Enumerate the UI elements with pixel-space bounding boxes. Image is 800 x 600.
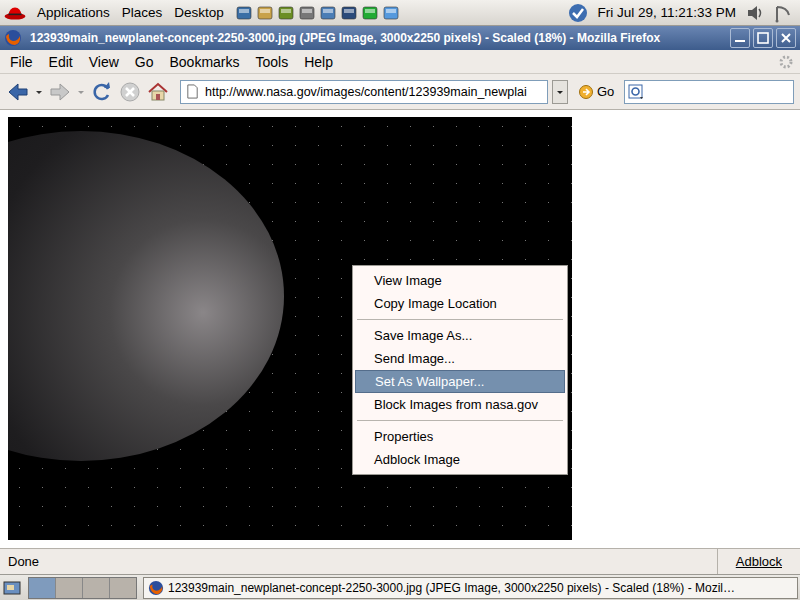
launchers (235, 4, 400, 22)
menu-item[interactable]: View (81, 54, 127, 70)
panel-menu[interactable]: Places (117, 5, 168, 20)
menu-item[interactable]: Bookmarks (161, 54, 247, 70)
network-icon[interactable] (773, 3, 793, 23)
red-hat-icon[interactable] (4, 5, 26, 21)
menu-item[interactable]: Tools (248, 54, 297, 70)
status-text: Done (0, 549, 717, 574)
show-desktop-icon[interactable] (2, 578, 22, 598)
workspace-switcher (28, 577, 137, 599)
url-text: http://www.nasa.gov/images/content/12393… (205, 85, 527, 99)
go-button[interactable]: Go (572, 84, 620, 100)
taskbar-label: 123939main_newplanet-concept-2250-3000.j… (168, 581, 735, 595)
status-bar: Done Adblock (0, 548, 800, 574)
menu-item[interactable]: Edit (41, 54, 81, 70)
url-dropdown-button[interactable] (552, 80, 568, 104)
context-menu: View ImageCopy Image Location Save Image… (352, 265, 568, 475)
window-buttons (730, 28, 796, 48)
close-icon[interactable] (776, 28, 796, 48)
launcher-icon[interactable] (256, 4, 274, 22)
back-history-arrow-icon[interactable] (34, 87, 44, 97)
adblock-status-button[interactable]: Adblock (717, 549, 800, 574)
reload-icon[interactable] (90, 80, 114, 104)
dropdown-arrow-icon (555, 87, 565, 97)
search-field[interactable] (624, 80, 794, 104)
page-content: View ImageCopy Image Location Save Image… (0, 110, 800, 548)
context-menu-item[interactable]: View Image (354, 269, 566, 292)
panel-menu[interactable]: Applications (32, 5, 115, 20)
context-menu-item[interactable]: Copy Image Location (354, 292, 566, 315)
context-menu-item[interactable]: Properties (354, 425, 566, 448)
workspace[interactable] (83, 578, 110, 598)
go-label: Go (597, 84, 614, 99)
forward-history-arrow-icon[interactable] (76, 87, 86, 97)
volume-icon[interactable] (745, 3, 765, 23)
bottom-panel: 123939main_newplanet-concept-2250-3000.j… (0, 574, 800, 600)
menu-item[interactable]: File (2, 54, 41, 70)
maximize-icon[interactable] (753, 28, 773, 48)
context-menu-item[interactable]: Save Image As... (354, 324, 566, 347)
go-icon (578, 84, 594, 100)
minimize-icon[interactable] (730, 28, 750, 48)
panel-menu[interactable]: Desktop (169, 5, 229, 20)
top-panel: ApplicationsPlacesDesktop Fri Jul 29, 11… (0, 0, 800, 26)
firefox-icon (4, 29, 22, 47)
firefox-icon (148, 580, 164, 596)
title-bar[interactable]: 123939main_newplanet-concept-2250-3000.j… (0, 26, 800, 50)
context-menu-item[interactable]: Adblock Image (354, 448, 566, 471)
menu-bar: FileEditViewGoBookmarksToolsHelp (0, 50, 800, 74)
context-menu-item[interactable]: Set As Wallpaper... (355, 370, 565, 393)
back-arrow-icon[interactable] (6, 80, 30, 104)
forward-arrow-icon[interactable] (48, 80, 72, 104)
launcher-icon[interactable] (319, 4, 337, 22)
context-menu-item[interactable]: Send Image... (354, 347, 566, 370)
url-field[interactable]: http://www.nasa.gov/images/content/12393… (180, 80, 548, 104)
launcher-icon[interactable] (361, 4, 379, 22)
menu-item[interactable]: Go (127, 54, 162, 70)
planet (8, 131, 284, 461)
window-title: 123939main_newplanet-concept-2250-3000.j… (30, 31, 722, 45)
workspace[interactable] (110, 578, 136, 598)
update-check-icon[interactable] (568, 3, 588, 23)
menu-separator (357, 420, 563, 421)
clock[interactable]: Fri Jul 29, 11:21:33 PM (593, 5, 740, 20)
workspace[interactable] (29, 578, 56, 598)
launcher-icon[interactable] (235, 4, 253, 22)
google-engine-icon[interactable] (628, 84, 644, 100)
navigation-toolbar: http://www.nasa.gov/images/content/12393… (0, 74, 800, 110)
launcher-icon[interactable] (298, 4, 316, 22)
page-icon (185, 84, 200, 99)
throbber-icon (778, 54, 794, 70)
menu-item[interactable]: Help (296, 54, 341, 70)
workspace[interactable] (56, 578, 83, 598)
desktop: ApplicationsPlacesDesktop Fri Jul 29, 11… (0, 0, 800, 600)
home-icon[interactable] (146, 80, 170, 104)
launcher-icon[interactable] (382, 4, 400, 22)
launcher-icon[interactable] (340, 4, 358, 22)
context-menu-item[interactable]: Block Images from nasa.gov (354, 393, 566, 416)
launcher-icon[interactable] (277, 4, 295, 22)
stop-icon[interactable] (118, 80, 142, 104)
menu-separator (357, 319, 563, 320)
taskbar-button[interactable]: 123939main_newplanet-concept-2250-3000.j… (143, 577, 798, 599)
